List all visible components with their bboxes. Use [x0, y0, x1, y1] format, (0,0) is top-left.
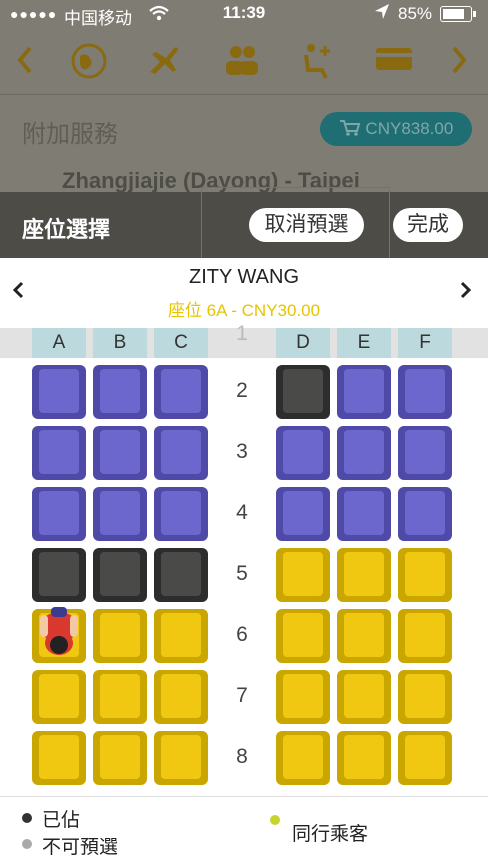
passenger-avatar-icon — [38, 605, 80, 661]
not-preselectable-dot — [22, 839, 32, 849]
chevron-right-icon — [450, 42, 470, 87]
row-number-3: 3 — [236, 440, 248, 463]
seat-7E-premium[interactable] — [337, 670, 391, 724]
globe-icon — [70, 42, 108, 89]
seat-6F-premium[interactable] — [398, 609, 452, 663]
seat-5D-premium[interactable] — [276, 548, 330, 602]
row-number-6: 6 — [236, 623, 248, 646]
next-passenger-chevron-icon[interactable] — [458, 280, 472, 306]
seat-4D-available[interactable] — [276, 487, 330, 541]
column-e: E — [337, 328, 391, 358]
seat-4C-available[interactable] — [154, 487, 208, 541]
seat-8B-premium[interactable] — [93, 731, 147, 785]
row-number-1: 1 — [236, 322, 248, 345]
seat-2A-available[interactable] — [32, 365, 86, 419]
companion-dot — [270, 815, 280, 825]
seat-2E-available[interactable] — [337, 365, 391, 419]
location-arrow-icon — [374, 3, 390, 26]
legend-not-preselectable: 不可預選 — [42, 837, 119, 858]
status-bar: ●●●●● 中国移动 11:39 85% — [0, 0, 488, 28]
seat-5B-occupied — [93, 548, 147, 602]
seat-icon — [300, 42, 336, 89]
seat-6E-premium[interactable] — [337, 609, 391, 663]
booking-page-dimmed: 附加服務 CNY838.00 Zhangjiajie (Dayong) - Ta… — [0, 28, 488, 193]
seat-5A-occupied — [32, 548, 86, 602]
passengers-icon — [222, 42, 262, 87]
seat-8C-premium[interactable] — [154, 731, 208, 785]
seat-5E-premium[interactable] — [337, 548, 391, 602]
seat-8E-premium[interactable] — [337, 731, 391, 785]
highlight-box — [201, 187, 390, 267]
seat-3C-available[interactable] — [154, 426, 208, 480]
column-a: A — [32, 328, 86, 358]
seat-3B-available[interactable] — [93, 426, 147, 480]
passenger-name: ZITY WANG — [189, 266, 299, 288]
passenger-panel: ZITY WANG 座位 6A - CNY30.00 — [0, 258, 488, 328]
seat-2C-available[interactable] — [154, 365, 208, 419]
seat-7A-premium[interactable] — [32, 670, 86, 724]
booking-steps-bar — [0, 28, 488, 95]
seat-2B-available[interactable] — [93, 365, 147, 419]
battery-icon — [440, 6, 476, 22]
column-d: D — [276, 328, 330, 358]
seat-6B-premium[interactable] — [93, 609, 147, 663]
total-price-value: CNY838.00 — [365, 119, 454, 138]
seat-8D-premium[interactable] — [276, 731, 330, 785]
row-number-8: 8 — [236, 745, 248, 768]
seat-6D-premium[interactable] — [276, 609, 330, 663]
legend-companion: 同行乘客 — [292, 824, 369, 845]
seat-legend: 已佔 不可預選 同行乘客 — [0, 796, 488, 866]
row-number-7: 7 — [236, 684, 248, 707]
column-b: B — [93, 328, 147, 358]
seat-2D-occupied — [276, 365, 330, 419]
done-button[interactable]: 完成 — [393, 208, 463, 242]
cart-icon — [339, 120, 361, 136]
section-title: 附加服務 — [22, 121, 118, 148]
seat-5C-occupied — [154, 548, 208, 602]
seat-7F-premium[interactable] — [398, 670, 452, 724]
column-c: C — [154, 328, 208, 358]
seat-6C-premium[interactable] — [154, 609, 208, 663]
seat-7D-premium[interactable] — [276, 670, 330, 724]
seat-4F-available[interactable] — [398, 487, 452, 541]
occupied-dot — [22, 813, 32, 823]
seat-7B-premium[interactable] — [93, 670, 147, 724]
column-f: F — [398, 328, 452, 358]
seat-4B-available[interactable] — [93, 487, 147, 541]
seat-8F-premium[interactable] — [398, 731, 452, 785]
seat-4A-available[interactable] — [32, 487, 86, 541]
seat-selection-title: 座位選擇 — [22, 217, 111, 242]
seat-3D-available[interactable] — [276, 426, 330, 480]
row-number-5: 5 — [236, 562, 248, 585]
total-price-badge: CNY838.00 — [320, 112, 472, 146]
legend-occupied: 已佔 — [42, 810, 81, 831]
row-number-4: 4 — [236, 501, 248, 524]
seat-3F-available[interactable] — [398, 426, 452, 480]
seat-4E-available[interactable] — [337, 487, 391, 541]
battery-percent: 85% — [398, 4, 433, 23]
seat-7C-premium[interactable] — [154, 670, 208, 724]
plane-icon — [146, 42, 184, 89]
chevron-left-icon — [14, 42, 34, 87]
seat-8A-premium[interactable] — [32, 731, 86, 785]
seat-3A-available[interactable] — [32, 426, 86, 480]
seat-2F-available[interactable] — [398, 365, 452, 419]
card-icon — [374, 42, 414, 83]
seat-6A-selected[interactable] — [32, 607, 86, 663]
seat-5F-premium[interactable] — [398, 548, 452, 602]
row-number-2: 2 — [236, 379, 248, 402]
seat-3E-available[interactable] — [337, 426, 391, 480]
